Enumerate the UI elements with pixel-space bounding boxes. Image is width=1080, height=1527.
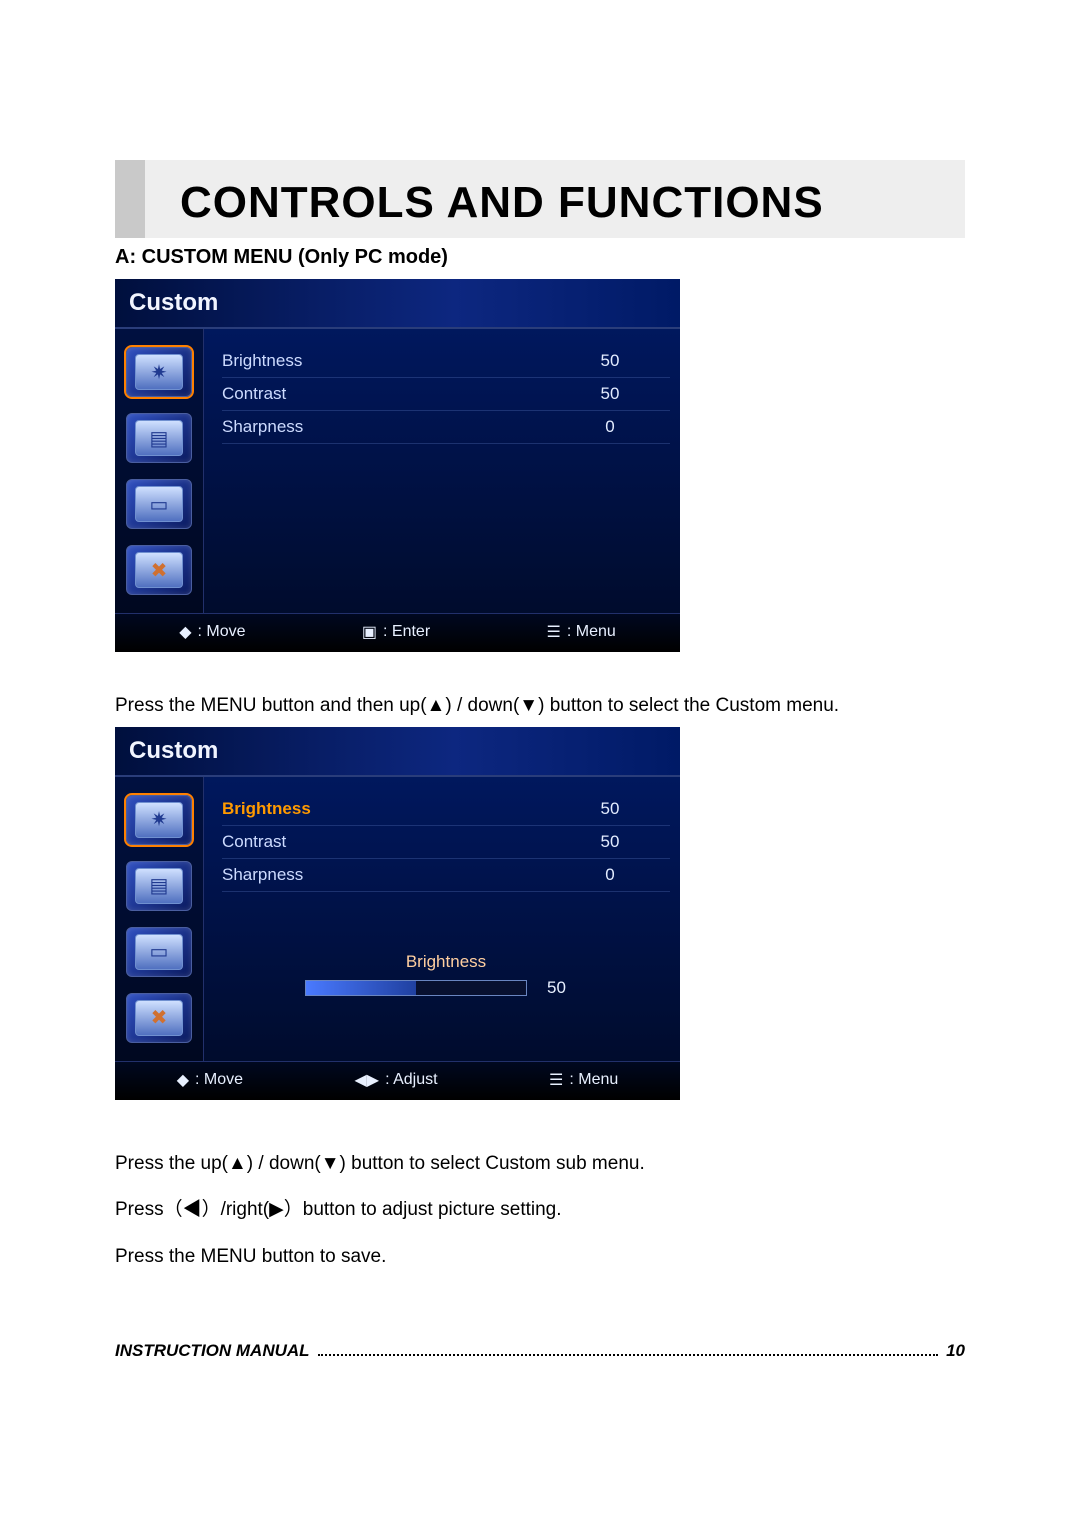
page-number: 10 <box>946 1341 965 1361</box>
osd-screenshot-1: Custom ✷ ▤ ▭ ✖ Brightness 50 Contrast 50… <box>115 279 680 652</box>
osd-row-label: Brightness <box>222 351 550 371</box>
manual-page: CONTROLS AND FUNCTIONS A: CUSTOM MENU (O… <box>0 0 1080 1421</box>
title-band: CONTROLS AND FUNCTIONS <box>115 160 965 238</box>
slider-fill <box>306 981 416 995</box>
osd-footer: ◆: Move ▣: Enter ☰: Menu <box>115 613 680 652</box>
hint-menu: ☰: Menu <box>549 1070 618 1090</box>
osd-row[interactable]: Contrast 50 <box>222 378 670 411</box>
osd-row-label: Contrast <box>222 832 550 852</box>
osd-row[interactable]: Contrast 50 <box>222 826 670 859</box>
section-heading: A: CUSTOM MENU (Only PC mode) <box>115 246 965 269</box>
osd-row-label: Sharpness <box>222 417 550 437</box>
instruction-text: Press the up(▲) / down(▼) button to sele… <box>115 1150 965 1179</box>
instruction-text: Press the MENU button and then up(▲) / d… <box>115 692 965 721</box>
osd-row[interactable]: Brightness 50 <box>222 793 670 826</box>
osd-tab-display-icon[interactable]: ▭ <box>126 479 192 529</box>
osd-rows: Brightness 50 Contrast 50 Sharpness 0 Br… <box>204 777 680 1061</box>
footer-dots <box>318 1354 939 1356</box>
slider-track <box>305 980 527 996</box>
leftright-icon: ◀▶ <box>354 1070 379 1090</box>
menu-icon: ☰ <box>547 622 561 642</box>
hint-move: ◆: Move <box>177 1070 243 1090</box>
osd-row-value: 0 <box>550 865 670 885</box>
osd-title: Custom <box>115 279 680 329</box>
osd-tab-display-icon[interactable]: ▭ <box>126 927 192 977</box>
osd-tab-picture-icon[interactable]: ▤ <box>126 861 192 911</box>
updown-icon: ◆ <box>177 1070 189 1090</box>
osd-tab-picture-icon[interactable]: ▤ <box>126 413 192 463</box>
osd-row-label: Contrast <box>222 384 550 404</box>
osd-slider[interactable]: 50 <box>222 978 670 998</box>
footer-label: INSTRUCTION MANUAL <box>115 1341 310 1361</box>
osd-adjust-block: Brightness 50 <box>222 952 670 998</box>
osd-tab-custom-icon[interactable]: ✷ <box>126 347 192 397</box>
instruction-text: Press the MENU button to save. <box>115 1243 965 1272</box>
osd-tab-setup-icon[interactable]: ✖ <box>126 545 192 595</box>
osd-body: ✷ ▤ ▭ ✖ Brightness 50 Contrast 50 Sharpn… <box>115 777 680 1061</box>
page-footer: INSTRUCTION MANUAL 10 <box>115 1341 965 1361</box>
osd-row-value: 50 <box>550 832 670 852</box>
osd-rows: Brightness 50 Contrast 50 Sharpness 0 <box>204 329 680 613</box>
osd-adjust-label: Brightness <box>222 952 670 972</box>
hint-adjust: ◀▶: Adjust <box>354 1070 437 1090</box>
osd-body: ✷ ▤ ▭ ✖ Brightness 50 Contrast 50 Sharpn… <box>115 329 680 613</box>
hint-menu: ☰: Menu <box>547 622 616 642</box>
osd-side-icons: ✷ ▤ ▭ ✖ <box>115 329 204 613</box>
osd-row[interactable]: Sharpness 0 <box>222 411 670 444</box>
osd-row[interactable]: Sharpness 0 <box>222 859 670 892</box>
osd-footer: ◆: Move ◀▶: Adjust ☰: Menu <box>115 1061 680 1100</box>
instruction-text: Press（◀）/right(▶）button to adjust pictur… <box>115 1196 965 1225</box>
page-title: CONTROLS AND FUNCTIONS <box>180 178 965 228</box>
osd-row-value: 50 <box>550 799 670 819</box>
enter-icon: ▣ <box>362 622 377 642</box>
updown-icon: ◆ <box>179 622 191 642</box>
osd-tab-setup-icon[interactable]: ✖ <box>126 993 192 1043</box>
osd-row-value: 0 <box>550 417 670 437</box>
hint-move: ◆: Move <box>179 622 245 642</box>
osd-side-icons: ✷ ▤ ▭ ✖ <box>115 777 204 1061</box>
osd-row-value: 50 <box>550 384 670 404</box>
osd-title: Custom <box>115 727 680 777</box>
osd-row-value: 50 <box>550 351 670 371</box>
osd-screenshot-2: Custom ✷ ▤ ▭ ✖ Brightness 50 Contrast 50… <box>115 727 680 1100</box>
menu-icon: ☰ <box>549 1070 563 1090</box>
hint-enter: ▣: Enter <box>362 622 430 642</box>
osd-tab-custom-icon[interactable]: ✷ <box>126 795 192 845</box>
slider-value: 50 <box>547 978 587 998</box>
osd-row-label: Sharpness <box>222 865 550 885</box>
osd-row-label: Brightness <box>222 799 550 819</box>
osd-row[interactable]: Brightness 50 <box>222 345 670 378</box>
